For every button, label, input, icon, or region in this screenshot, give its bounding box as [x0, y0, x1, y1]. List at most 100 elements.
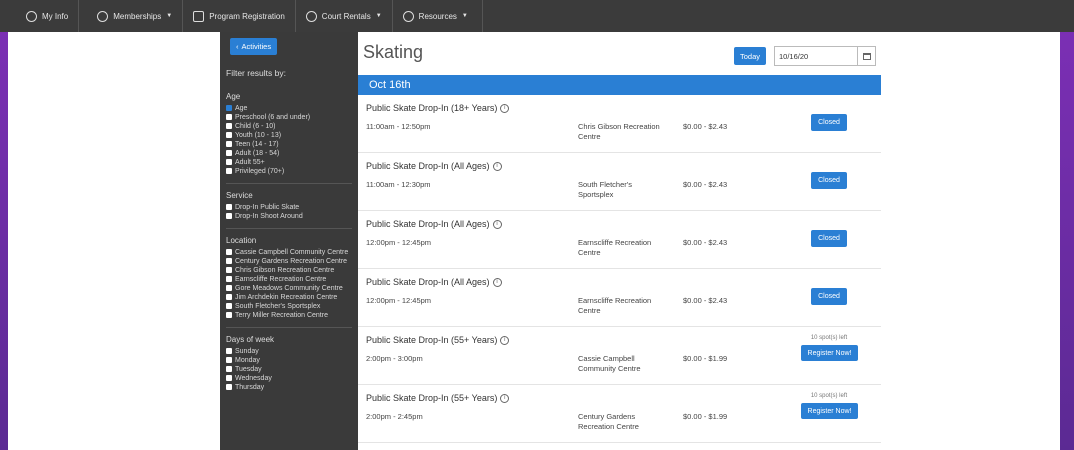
- checkbox-icon[interactable]: [226, 141, 232, 147]
- filter-option-label: Terry Miller Recreation Centre: [235, 312, 328, 319]
- closed-button[interactable]: Closed: [811, 114, 847, 131]
- checkbox-icon[interactable]: [226, 204, 232, 210]
- back-to-activities-button[interactable]: ‹ Activities: [230, 38, 278, 55]
- info-icon[interactable]: i: [492, 161, 502, 171]
- filter-option[interactable]: Earnscliffe Recreation Centre: [226, 275, 352, 284]
- filter-group-title: Service: [226, 191, 253, 200]
- checkbox-icon[interactable]: [226, 375, 232, 381]
- filter-option[interactable]: Youth (10 - 13): [226, 131, 352, 140]
- filter-option-label: Gore Meadows Community Centre: [235, 285, 343, 292]
- nav-my-info[interactable]: My Info: [0, 0, 80, 32]
- filter-option[interactable]: Drop-In Shoot Around: [226, 212, 352, 221]
- filter-option-label: Cassie Campbell Community Centre: [235, 249, 349, 256]
- filter-option[interactable]: Tuesday: [226, 365, 352, 374]
- activity-location: South Fletcher's Sportsplex: [578, 180, 632, 199]
- activity-price: $0.00 - $2.43: [683, 238, 728, 247]
- closed-button[interactable]: Closed: [811, 230, 847, 247]
- filter-option[interactable]: Adult (18 - 54): [226, 149, 352, 158]
- checkbox-checked-icon[interactable]: [226, 105, 232, 111]
- filter-option[interactable]: Thursday: [226, 383, 352, 392]
- checkbox-icon[interactable]: [226, 357, 232, 363]
- globe-icon: [97, 10, 109, 22]
- checkbox-icon[interactable]: [226, 312, 232, 318]
- nav-court-rentals[interactable]: Court Rentals ▼: [296, 0, 393, 32]
- activity-title[interactable]: Public Skate Drop-In (18+ Years) i: [366, 103, 510, 113]
- purple-background-left: [0, 32, 8, 450]
- checkbox-icon[interactable]: [226, 267, 232, 273]
- nav-label: Program Registration: [209, 11, 285, 21]
- nav-memberships[interactable]: Memberships ▼: [79, 0, 184, 32]
- caret-down-icon: ▼: [166, 13, 173, 19]
- filter-option[interactable]: Sunday: [226, 347, 352, 356]
- activity-time: 11:00am - 12:50pm: [366, 122, 431, 131]
- closed-button[interactable]: Closed: [811, 172, 847, 189]
- filter-option[interactable]: Century Gardens Recreation Centre: [226, 257, 352, 266]
- checkbox-icon[interactable]: [226, 168, 232, 174]
- filter-option[interactable]: Terry Miller Recreation Centre: [226, 311, 352, 320]
- checkbox-icon[interactable]: [226, 132, 232, 138]
- closed-button[interactable]: Closed: [811, 288, 847, 305]
- filter-option[interactable]: Jim Archdekin Recreation Centre: [226, 293, 352, 302]
- filter-option-label: Adult 55+: [235, 159, 265, 166]
- back-label: Activities: [241, 42, 272, 51]
- info-icon[interactable]: i: [492, 277, 502, 287]
- checkbox-icon[interactable]: [226, 276, 232, 282]
- filter-option[interactable]: Teen (14 - 17): [226, 140, 352, 149]
- filter-option[interactable]: Monday: [226, 356, 352, 365]
- chevron-left-icon: ‹: [236, 42, 239, 51]
- filter-option-label: Wednesday: [235, 375, 272, 382]
- filter-option-label: Monday: [235, 357, 260, 364]
- checkbox-icon[interactable]: [226, 213, 232, 219]
- checkbox-icon[interactable]: [226, 285, 232, 291]
- checkbox-icon[interactable]: [226, 294, 232, 300]
- today-button[interactable]: Today: [734, 47, 766, 65]
- filter-option[interactable]: Age: [226, 104, 352, 113]
- checkbox-icon[interactable]: [226, 159, 232, 165]
- checkbox-icon[interactable]: [226, 123, 232, 129]
- activity-location: Century Gardens Recreation Centre: [578, 412, 639, 431]
- info-icon[interactable]: i: [500, 393, 510, 403]
- activity-title[interactable]: Public Skate Drop-In (All Ages) i: [366, 219, 502, 229]
- info-icon[interactable]: i: [500, 335, 510, 345]
- checkbox-icon[interactable]: [226, 249, 232, 255]
- nav-resources[interactable]: Resources ▼: [393, 0, 483, 32]
- filter-option[interactable]: Chris Gibson Recreation Centre: [226, 266, 352, 275]
- register-now-button[interactable]: Register Now!: [801, 345, 858, 361]
- checkbox-icon[interactable]: [226, 303, 232, 309]
- checkbox-icon[interactable]: [226, 114, 232, 120]
- filter-option[interactable]: Child (6 - 10): [226, 122, 352, 131]
- spots-left: 10 spot(s) left: [810, 393, 848, 399]
- filter-option[interactable]: Drop-In Public Skate: [226, 203, 352, 212]
- main-area: ‹ Activities Filter results by: Age Age …: [8, 32, 1060, 450]
- activity-row: Public Skate Drop-In (55+ Years) i 2:00pm…: [358, 327, 881, 385]
- info-icon[interactable]: i: [492, 219, 502, 229]
- activity-title[interactable]: Public Skate Drop-In (55+ Years) i: [366, 393, 510, 403]
- activity-price: $0.00 - $1.99: [683, 354, 728, 363]
- activity-title[interactable]: Public Skate Drop-In (All Ages) i: [366, 277, 502, 287]
- filter-option-label: Child (6 - 10): [235, 123, 276, 130]
- nav-program-registration[interactable]: Program Registration: [183, 0, 296, 32]
- globe-icon: [402, 10, 414, 22]
- activity-title-text: Public Skate Drop-In (55+ Years): [366, 393, 498, 403]
- filter-option[interactable]: Wednesday: [226, 374, 352, 383]
- filter-option[interactable]: Adult 55+: [226, 158, 352, 167]
- checkbox-icon[interactable]: [226, 150, 232, 156]
- filter-option[interactable]: South Fletcher's Sportsplex: [226, 302, 352, 311]
- checkbox-icon[interactable]: [226, 258, 232, 264]
- filter-option[interactable]: Preschool (6 and under): [226, 113, 352, 122]
- filter-option[interactable]: Cassie Campbell Community Centre: [226, 248, 352, 257]
- checkbox-icon[interactable]: [226, 384, 232, 390]
- register-now-button[interactable]: Register Now!: [801, 403, 858, 419]
- date-input[interactable]: 10/16/20: [774, 46, 858, 66]
- calendar-button[interactable]: [858, 46, 876, 66]
- filter-option[interactable]: Privileged (70+): [226, 167, 352, 176]
- filter-option-label: Age: [235, 105, 248, 112]
- activity-title[interactable]: Public Skate Drop-In (All Ages) i: [366, 161, 502, 171]
- filter-option[interactable]: Gore Meadows Community Centre: [226, 284, 352, 293]
- info-icon[interactable]: i: [500, 103, 510, 113]
- activity-price: $0.00 - $2.43: [683, 180, 728, 189]
- checkbox-icon[interactable]: [226, 366, 232, 372]
- checkbox-icon[interactable]: [226, 348, 232, 354]
- activity-title[interactable]: Public Skate Drop-In (55+ Years) i: [366, 335, 510, 345]
- filter-group-age: Age Age Preschool (6 and under) Child (6…: [226, 92, 352, 184]
